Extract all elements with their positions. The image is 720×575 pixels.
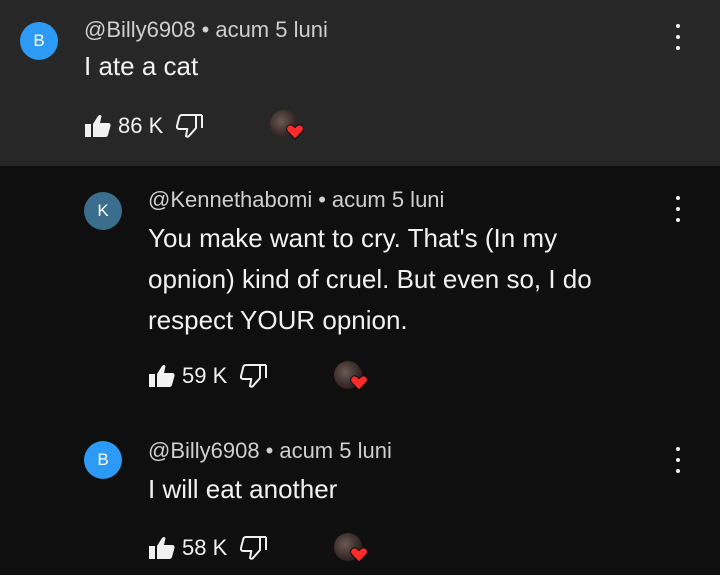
- comment-meta: @Kennethabomi • acum 5 luni: [148, 187, 444, 213]
- avatar[interactable]: B: [20, 22, 58, 60]
- like-count: 58 K: [182, 535, 228, 560]
- avatar[interactable]: K: [84, 192, 122, 230]
- comment-author[interactable]: @Billy6908: [148, 438, 260, 463]
- comment-actions: 59 K: [148, 360, 268, 392]
- meta-separator: •: [318, 187, 326, 212]
- creator-heart-icon: [350, 375, 368, 391]
- avatar-letter: K: [97, 201, 109, 220]
- comment-meta: @Billy6908 • acum 5 luni: [148, 438, 392, 464]
- creator-heart: [334, 361, 370, 395]
- more-vertical-icon[interactable]: [672, 24, 684, 50]
- comment-text: I will eat another: [148, 474, 338, 504]
- avatar[interactable]: B: [84, 441, 122, 479]
- more-vertical-icon[interactable]: [672, 447, 684, 473]
- comment-time[interactable]: acum 5 luni: [279, 438, 392, 463]
- comment-time[interactable]: acum 5 luni: [332, 187, 445, 212]
- like-count: 86 K: [118, 113, 164, 138]
- thumbs-down-icon[interactable]: [239, 536, 268, 560]
- creator-heart-icon: [350, 547, 368, 563]
- more-vertical-icon[interactable]: [672, 196, 684, 222]
- meta-separator: •: [201, 17, 210, 42]
- creator-heart: [270, 110, 306, 144]
- comment-text-line: respect YOUR opnion.: [148, 305, 408, 335]
- comment-author[interactable]: @Billy6908: [84, 17, 196, 42]
- thumbs-up-icon[interactable]: [148, 364, 176, 388]
- comment-text-line: You make want to cry. That's (In my: [148, 223, 558, 253]
- like-count: 59 K: [182, 363, 228, 388]
- avatar-letter: B: [33, 31, 45, 50]
- thumbs-up-icon[interactable]: [148, 536, 176, 560]
- comment-text: You make want to cry. That's (In my opni…: [148, 218, 592, 341]
- comment-actions: 86 K: [84, 110, 204, 142]
- creator-heart: [334, 533, 370, 567]
- comment-reply: K @Kennethabomi • acum 5 luni You make wan…: [0, 166, 720, 406]
- thumbs-down-icon[interactable]: [175, 114, 204, 138]
- comment-time[interactable]: acum 5 luni: [215, 17, 328, 42]
- comment-text: I ate a cat: [84, 51, 199, 81]
- comment-text-line: opnion) kind of cruel. But even so, I do: [148, 264, 592, 294]
- comment-author[interactable]: @Kennethabomi: [148, 187, 312, 212]
- comment-reply: B @Billy6908 • acum 5 luni I will eat anot…: [0, 406, 720, 575]
- avatar-letter: B: [97, 450, 109, 469]
- comment-highlighted: B @Billy6908 • acum 5 luni I ate a cat 86 …: [0, 0, 720, 166]
- thumbs-down-icon[interactable]: [239, 364, 268, 388]
- meta-separator: •: [265, 438, 274, 463]
- comment-actions: 58 K: [148, 532, 268, 564]
- creator-heart-icon: [286, 124, 304, 140]
- thumbs-up-icon[interactable]: [84, 114, 112, 138]
- comment-meta: @Billy6908 • acum 5 luni: [84, 17, 328, 43]
